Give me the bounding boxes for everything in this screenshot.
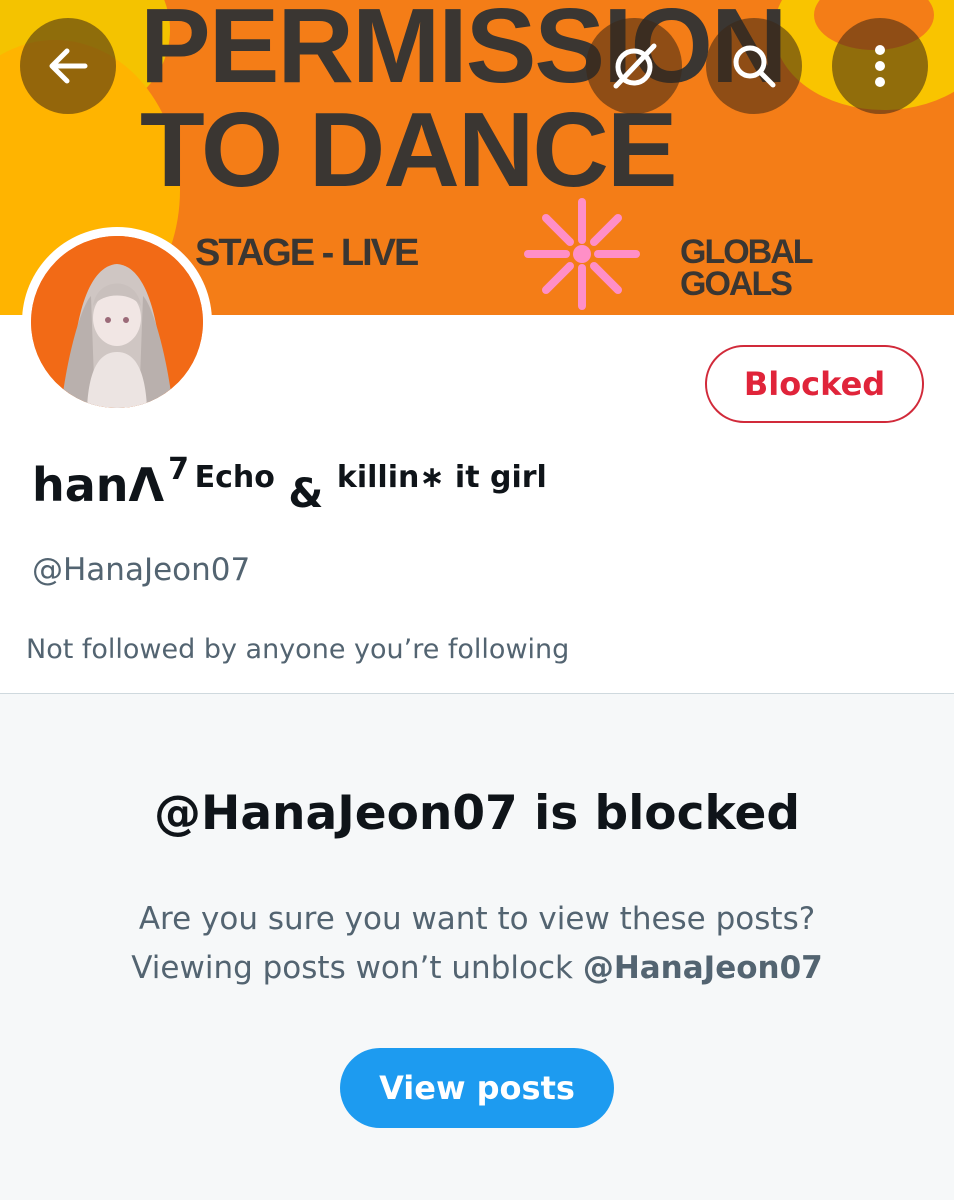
blocked-button[interactable]: Blocked: [705, 345, 924, 423]
search-button[interactable]: [706, 18, 802, 114]
view-posts-button[interactable]: View posts: [340, 1048, 614, 1128]
display-name-ampersand: &: [288, 471, 324, 517]
blocked-notice-line2-prefix: Viewing posts won’t unblock: [131, 950, 583, 986]
blocked-notice-text: Are you sure you want to view these post…: [0, 895, 954, 993]
display-name-echo: Echo: [194, 460, 275, 495]
more-vertical-icon: [875, 45, 885, 87]
sparkle-icon: [524, 198, 640, 310]
display-name: hanΛ 7 Echo & killin∗ it girl: [32, 452, 547, 517]
display-name-superscript: 7: [168, 452, 190, 487]
banner-goals-logo: GLOBAL GOALS: [680, 233, 814, 303]
avatar-image: [31, 236, 203, 408]
mutual-followers-text: Not followed by anyone you’re following: [26, 634, 570, 665]
display-name-main: hanΛ: [32, 458, 165, 512]
profile-handle: @HanaJeon07: [32, 552, 251, 588]
blocked-notice-line1: Are you sure you want to view these post…: [138, 901, 816, 937]
banner-subtitle: STAGE - LIVE: [195, 232, 419, 274]
grok-button[interactable]: [586, 18, 682, 114]
blocked-notice-title: @HanaJeon07 is blocked: [154, 786, 800, 841]
banner-goals-line2: GOALS: [680, 265, 793, 303]
banner-goals-line1: GLOBAL: [680, 233, 814, 271]
back-button[interactable]: [20, 18, 116, 114]
grok-icon: [613, 43, 657, 89]
display-name-rest: killin∗ it girl: [336, 460, 547, 495]
avatar-illustration: [31, 236, 203, 408]
blocked-notice-handle: @HanaJeon07: [582, 950, 823, 986]
more-button[interactable]: [832, 18, 928, 114]
divider: [0, 693, 954, 694]
search-icon: [733, 45, 776, 88]
avatar[interactable]: [22, 227, 212, 417]
blocked-notice-line2: Viewing posts won’t unblock @HanaJeon07: [0, 944, 954, 993]
back-arrow-icon: [49, 48, 88, 84]
